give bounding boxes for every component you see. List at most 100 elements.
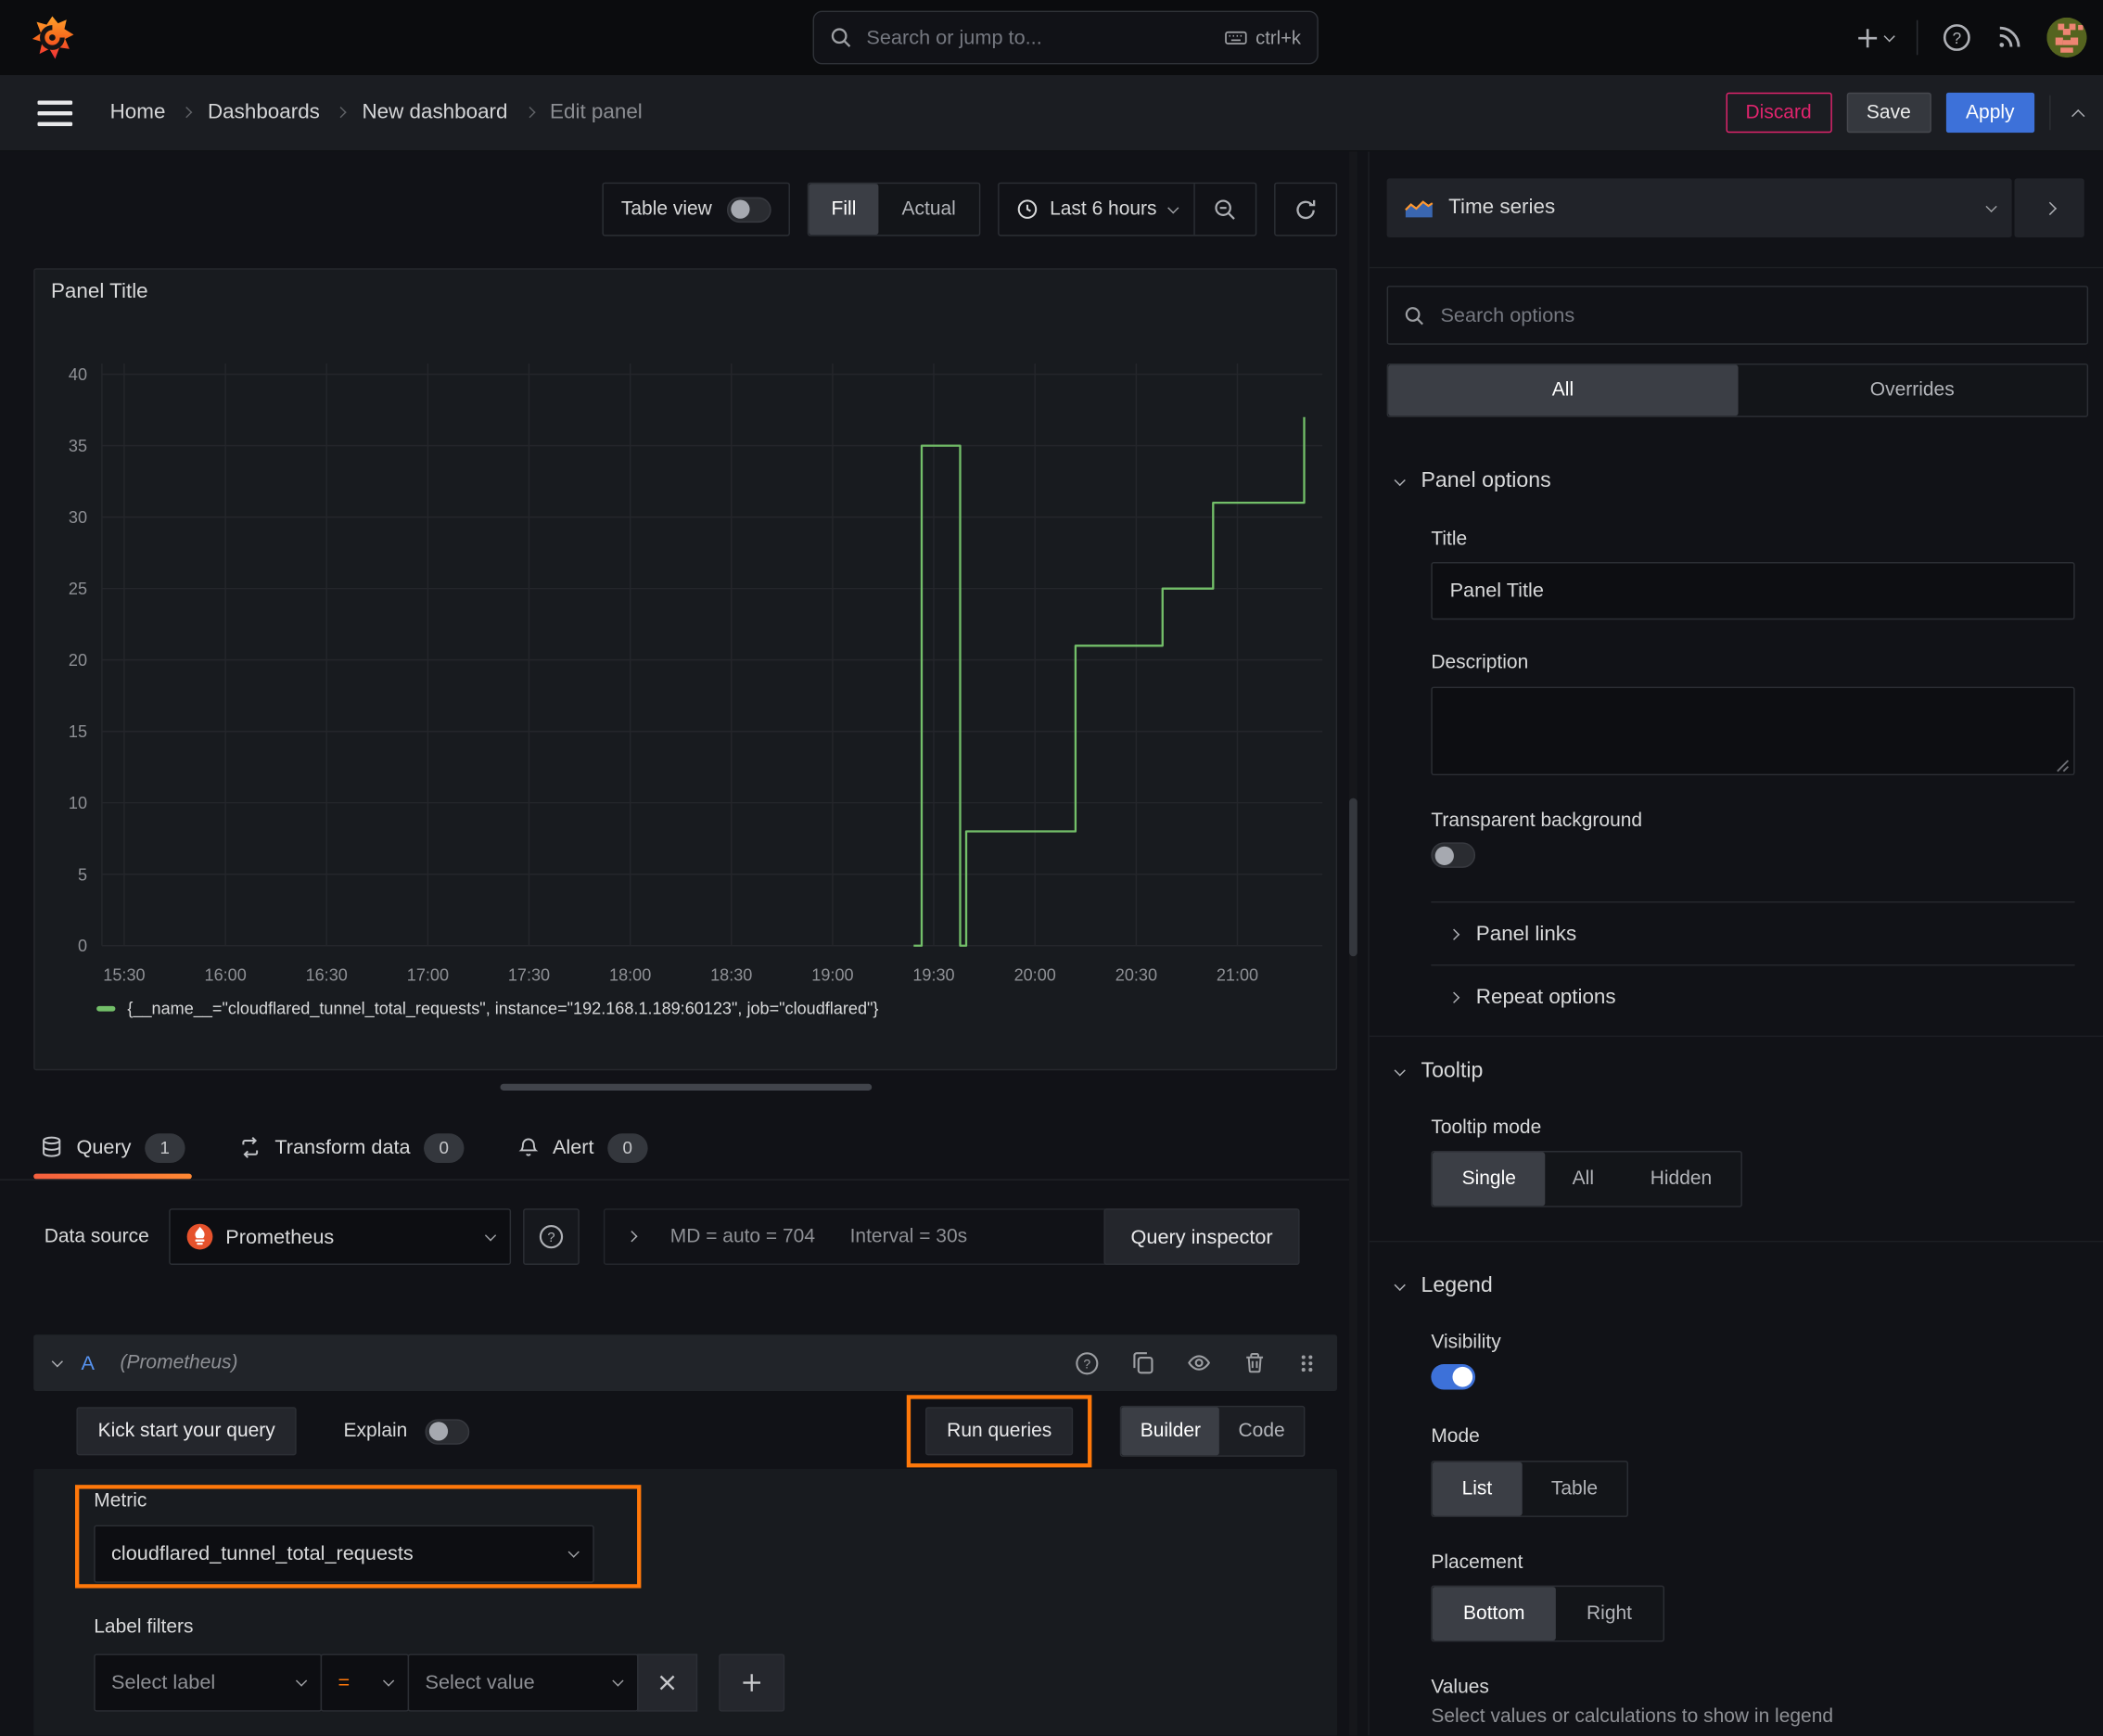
nav-bar: Home Dashboards New dashboard Edit panel… [0, 75, 2103, 152]
panel-title-input[interactable] [1431, 562, 2075, 620]
legend-table-option[interactable]: Table [1522, 1462, 1627, 1516]
panel-options-header[interactable]: Panel options [1395, 469, 1551, 493]
operator-dropdown[interactable]: = [320, 1653, 410, 1712]
fill-actual-switch: Fill Actual [807, 182, 980, 236]
menu-toggle-button[interactable] [37, 99, 73, 126]
svg-text:18:00: 18:00 [609, 965, 651, 984]
panel-links-section[interactable]: Panel links [1447, 923, 1576, 947]
kick-start-query-button[interactable]: Kick start your query [76, 1407, 297, 1456]
tooltip-single-option[interactable]: Single [1432, 1152, 1546, 1206]
description-label: Description [1431, 651, 1529, 674]
chart-panel[interactable]: Panel Title 0 5 10 15 20 25 30 35 40 15:30 16:00 16… [33, 268, 1338, 1071]
query-buttons-row: Kick start your query Explain Run querie… [76, 1395, 1306, 1468]
chevron-down-icon [567, 1546, 579, 1558]
scrollbar-track[interactable] [1349, 151, 1357, 1736]
svg-text:21:00: 21:00 [1217, 965, 1258, 984]
panel-resize-handle[interactable] [500, 1083, 873, 1091]
query-count-badge: 1 [145, 1132, 185, 1163]
description-textarea[interactable] [1431, 686, 2075, 776]
search-input[interactable] [863, 24, 1213, 51]
toggle-visibility-button[interactable] [1186, 1351, 1213, 1375]
scrollbar-thumb[interactable] [1349, 798, 1357, 957]
news-button[interactable] [1995, 24, 2022, 51]
copy-icon [1133, 1352, 1153, 1374]
query-help-button[interactable]: ? [1075, 1350, 1100, 1375]
tooltip-all-option[interactable]: All [1546, 1152, 1621, 1206]
repeat-options-section[interactable]: Repeat options [1447, 986, 1616, 1010]
tab-alert[interactable]: Alert 0 [511, 1116, 655, 1179]
chevron-down-icon[interactable] [52, 1355, 63, 1367]
chart-legend[interactable]: {__name__="cloudflared_tunnel_total_requ… [96, 1000, 878, 1018]
select-value-dropdown[interactable]: Select value [407, 1653, 639, 1712]
tooltip-hidden-option[interactable]: Hidden [1621, 1152, 1741, 1206]
datasource-help-button[interactable]: ? [523, 1208, 580, 1265]
trash-icon [1246, 1353, 1264, 1373]
breadcrumb-new-dashboard[interactable]: New dashboard [362, 100, 507, 124]
grafana-logo-icon[interactable] [30, 15, 75, 60]
fill-option[interactable]: Fill [808, 184, 879, 236]
remove-filter-button[interactable] [637, 1653, 698, 1712]
breadcrumb-dashboards[interactable]: Dashboards [208, 100, 320, 124]
refresh-button[interactable] [1274, 182, 1338, 236]
chart-svg: 0 5 10 15 20 25 30 35 40 15:30 16:00 16:30 17:00 17:3… [69, 363, 1323, 984]
options-search[interactable] [1386, 286, 2089, 345]
run-queries-button[interactable]: Run queries [925, 1407, 1074, 1456]
new-menu-button[interactable] [1855, 26, 1894, 49]
overrides-option[interactable]: Overrides [1738, 364, 2087, 415]
datasource-picker[interactable]: Prometheus [169, 1208, 512, 1265]
code-option[interactable]: Code [1219, 1407, 1304, 1455]
all-option[interactable]: All [1388, 364, 1738, 416]
help-button[interactable]: ? [1942, 23, 1971, 53]
tab-transform-data[interactable]: Transform data 0 [232, 1116, 471, 1179]
select-label-dropdown[interactable]: Select label [94, 1653, 323, 1712]
placement-right-option[interactable]: Right [1556, 1587, 1663, 1640]
options-search-input[interactable] [1437, 302, 2071, 328]
zoom-out-button[interactable] [1193, 184, 1255, 236]
eye-icon [1188, 1355, 1211, 1371]
time-range-group: Last 6 hours [997, 182, 1257, 236]
svg-text:16:30: 16:30 [306, 965, 348, 984]
legend-visibility-toggle[interactable] [1431, 1364, 1476, 1390]
values-label: Values [1431, 1677, 1489, 1699]
breadcrumb-home[interactable]: Home [110, 100, 166, 124]
add-filter-button[interactable] [719, 1653, 785, 1712]
delete-query-button[interactable] [1243, 1351, 1267, 1375]
legend-series-label[interactable]: {__name__="cloudflared_tunnel_total_requ… [127, 1000, 878, 1018]
query-row-header[interactable]: A (Prometheus) ? [33, 1334, 1338, 1391]
drag-query-handle[interactable] [1297, 1351, 1318, 1374]
clock-icon [1017, 199, 1037, 219]
tab-query[interactable]: Query 1 [33, 1116, 192, 1180]
chevron-right-icon [336, 107, 347, 119]
chevron-down-icon [484, 1229, 496, 1241]
svg-text:17:00: 17:00 [407, 965, 449, 984]
legend-list-option[interactable]: List [1432, 1462, 1523, 1516]
editor-tabs: Query 1 Transform data 0 Alert 0 [33, 1116, 655, 1180]
metric-select[interactable]: cloudflared_tunnel_total_requests [94, 1525, 594, 1583]
actual-option[interactable]: Actual [879, 184, 978, 235]
legend-header[interactable]: Legend [1395, 1274, 1493, 1298]
placement-label: Placement [1431, 1551, 1523, 1574]
duplicate-query-button[interactable] [1130, 1351, 1154, 1375]
time-range-picker[interactable]: Last 6 hours [999, 184, 1193, 235]
divider [1369, 266, 2103, 269]
discard-button[interactable]: Discard [1725, 92, 1832, 134]
query-options-bar[interactable]: MD = auto = 704 Interval = 30s Query ins… [604, 1208, 1300, 1265]
builder-option[interactable]: Builder [1121, 1407, 1220, 1456]
svg-text:35: 35 [69, 437, 87, 455]
explain-toggle[interactable] [425, 1418, 469, 1445]
query-inspector-button[interactable]: Query inspector [1103, 1208, 1300, 1265]
values-help-text: Select values or calculations to show in… [1431, 1705, 1834, 1728]
search-icon [830, 27, 851, 48]
tooltip-header[interactable]: Tooltip [1395, 1060, 1483, 1084]
visualization-picker[interactable]: Time series [1386, 178, 2012, 238]
collapse-options-button[interactable] [2071, 106, 2085, 122]
open-viz-list-button[interactable] [2014, 178, 2084, 238]
user-avatar[interactable] [2046, 17, 2087, 58]
apply-button[interactable]: Apply [1945, 92, 2035, 134]
tooltip-mode-switch: Single All Hidden [1431, 1151, 1743, 1207]
global-search[interactable]: ctrl+k [812, 10, 1319, 65]
transparent-background-toggle[interactable] [1431, 842, 1476, 868]
table-view-toggle[interactable] [726, 196, 771, 223]
save-button[interactable]: Save [1846, 92, 1931, 134]
placement-bottom-option[interactable]: Bottom [1432, 1587, 1556, 1640]
